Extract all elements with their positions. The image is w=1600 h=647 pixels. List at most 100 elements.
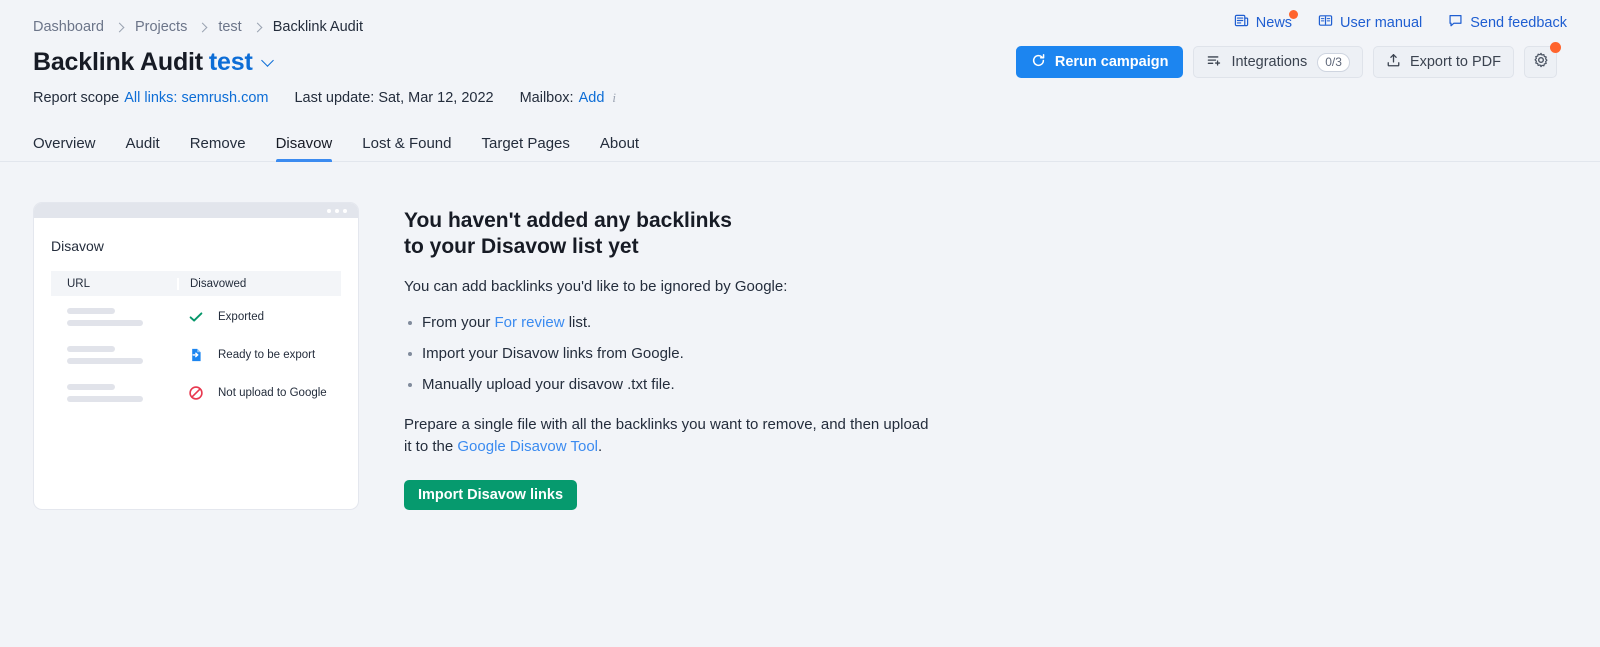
page-title-text: Backlink Audit xyxy=(33,48,203,76)
breadcrumb-item-dashboard[interactable]: Dashboard xyxy=(33,19,104,35)
column-header-url: URL xyxy=(51,278,177,290)
url-placeholder xyxy=(51,384,177,402)
for-review-link[interactable]: For review xyxy=(495,314,565,331)
export-file-icon xyxy=(188,347,208,363)
status-label: Ready to be export xyxy=(218,349,315,361)
chevron-right-icon xyxy=(114,23,124,33)
tab-disavow[interactable]: Disavow xyxy=(276,135,333,161)
illustration-body: Disavow URL Disavowed xyxy=(34,218,358,436)
mailbox-label: Mailbox: xyxy=(520,90,574,106)
illustration-table: URL Disavowed xyxy=(51,271,341,410)
skeleton-bar xyxy=(67,396,143,402)
tab-remove[interactable]: Remove xyxy=(190,135,246,161)
header-utility-links: News User manual xyxy=(1208,13,1567,32)
check-icon xyxy=(188,309,208,325)
page-root: Dashboard Projects test Backlink Audit B… xyxy=(0,0,1600,647)
book-icon xyxy=(1318,13,1333,32)
bullet-text-pre: Import your Disavow links from Google. xyxy=(422,345,684,362)
breadcrumb-item-projects[interactable]: Projects xyxy=(135,19,187,35)
skeleton-bar xyxy=(67,384,115,390)
breadcrumb-separator xyxy=(254,21,261,33)
refresh-icon xyxy=(1031,53,1046,72)
integrations-button[interactable]: Integrations 0/3 xyxy=(1193,46,1362,78)
send-feedback-link[interactable]: Send feedback xyxy=(1448,13,1567,32)
blocked-icon xyxy=(188,385,208,401)
header-action-buttons: Rerun campaign Integrations 0/3 xyxy=(1016,46,1567,78)
last-update: Last update: Sat, Mar 12, 2022 xyxy=(294,90,493,106)
export-to-pdf-button[interactable]: Export to PDF xyxy=(1373,46,1514,78)
skeleton-bar xyxy=(67,308,115,314)
import-disavow-links-button[interactable]: Import Disavow links xyxy=(404,480,577,510)
chevron-right-icon xyxy=(198,23,208,33)
news-link[interactable]: News xyxy=(1234,13,1292,32)
table-row: Not upload to Google xyxy=(51,375,341,410)
paragraph-text-post: . xyxy=(598,438,602,455)
status-label: Exported xyxy=(218,311,264,323)
url-placeholder xyxy=(51,346,177,364)
news-label: News xyxy=(1256,15,1292,31)
news-icon xyxy=(1234,13,1249,32)
table-row: Exported xyxy=(51,299,341,334)
tab-about[interactable]: About xyxy=(600,135,639,161)
skeleton-bar xyxy=(67,320,143,326)
tab-lost-and-found[interactable]: Lost & Found xyxy=(362,135,451,161)
tab-audit[interactable]: Audit xyxy=(126,135,160,161)
news-badge-dot xyxy=(1289,10,1298,19)
empty-state-title-line1: You haven't added any backlinks xyxy=(404,209,732,232)
info-icon[interactable]: i xyxy=(612,90,616,106)
chevron-right-icon xyxy=(252,23,262,33)
status-label: Not upload to Google xyxy=(218,387,327,399)
list-item: Import your Disavow links from Google. xyxy=(422,338,934,369)
top-bar: Dashboard Projects test Backlink Audit B… xyxy=(0,0,1600,108)
project-name[interactable]: test xyxy=(209,48,253,76)
main-content: Disavow URL Disavowed xyxy=(0,162,1600,510)
export-to-pdf-label: Export to PDF xyxy=(1410,54,1501,70)
upload-icon xyxy=(1386,53,1401,72)
tab-overview[interactable]: Overview xyxy=(33,135,96,161)
url-placeholder xyxy=(51,308,177,326)
send-feedback-label: Send feedback xyxy=(1470,15,1567,31)
breadcrumb-separator xyxy=(116,21,123,33)
empty-state-bullet-list: From your For review list. Import your D… xyxy=(404,307,934,400)
status-cell: Ready to be export xyxy=(177,347,341,363)
window-dot-icon xyxy=(335,209,339,213)
list-item: From your For review list. xyxy=(422,307,934,338)
last-update-text: Last update: Sat, Mar 12, 2022 xyxy=(294,90,493,106)
integrations-count: 0/3 xyxy=(1317,53,1350,72)
settings-button[interactable] xyxy=(1524,46,1557,78)
speech-bubble-icon xyxy=(1448,13,1463,32)
rerun-campaign-label: Rerun campaign xyxy=(1055,54,1169,70)
bullet-text-pre: Manually upload your disavow .txt file. xyxy=(422,376,675,393)
skeleton-bar xyxy=(67,346,115,352)
disavow-illustration-card: Disavow URL Disavowed xyxy=(33,202,359,510)
illustration-window-bar xyxy=(34,203,358,218)
report-scope: Report scope All links: semrush.com xyxy=(33,90,268,106)
table-row: Ready to be export xyxy=(51,337,341,372)
bullet-text-pre: From your xyxy=(422,314,495,331)
breadcrumb-separator xyxy=(199,21,206,33)
tab-target-pages[interactable]: Target Pages xyxy=(482,135,570,161)
status-cell: Not upload to Google xyxy=(177,385,341,401)
mailbox-add-link[interactable]: Add xyxy=(579,90,605,106)
illustration-title: Disavow xyxy=(51,238,341,254)
rerun-campaign-button[interactable]: Rerun campaign xyxy=(1016,46,1184,78)
column-header-disavowed: Disavowed xyxy=(177,278,341,290)
status-cell: Exported xyxy=(177,309,341,325)
report-meta: Report scope All links: semrush.com Last… xyxy=(33,88,1567,108)
list-item: Manually upload your disavow .txt file. xyxy=(422,369,934,400)
breadcrumb-item-test[interactable]: test xyxy=(218,19,241,35)
gear-icon xyxy=(1533,52,1549,72)
empty-state-subtitle: You can add backlinks you'd like to be i… xyxy=(404,278,934,295)
google-disavow-tool-link[interactable]: Google Disavow Tool xyxy=(457,438,598,455)
breadcrumb-item-backlink-audit[interactable]: Backlink Audit xyxy=(273,19,363,35)
page-title: Backlink Audittest xyxy=(33,48,272,77)
user-manual-link[interactable]: User manual xyxy=(1318,13,1422,32)
illustration-table-header: URL Disavowed xyxy=(51,271,341,296)
window-dot-icon xyxy=(327,209,331,213)
tab-bar: Overview Audit Remove Disavow Lost & Fou… xyxy=(0,128,1600,162)
integrations-label: Integrations xyxy=(1231,54,1307,70)
bullet-text-post: list. xyxy=(565,314,592,331)
chevron-down-icon[interactable] xyxy=(261,54,274,67)
report-scope-value[interactable]: All links: semrush.com xyxy=(124,90,268,106)
mailbox: Mailbox: Add i xyxy=(520,90,616,106)
